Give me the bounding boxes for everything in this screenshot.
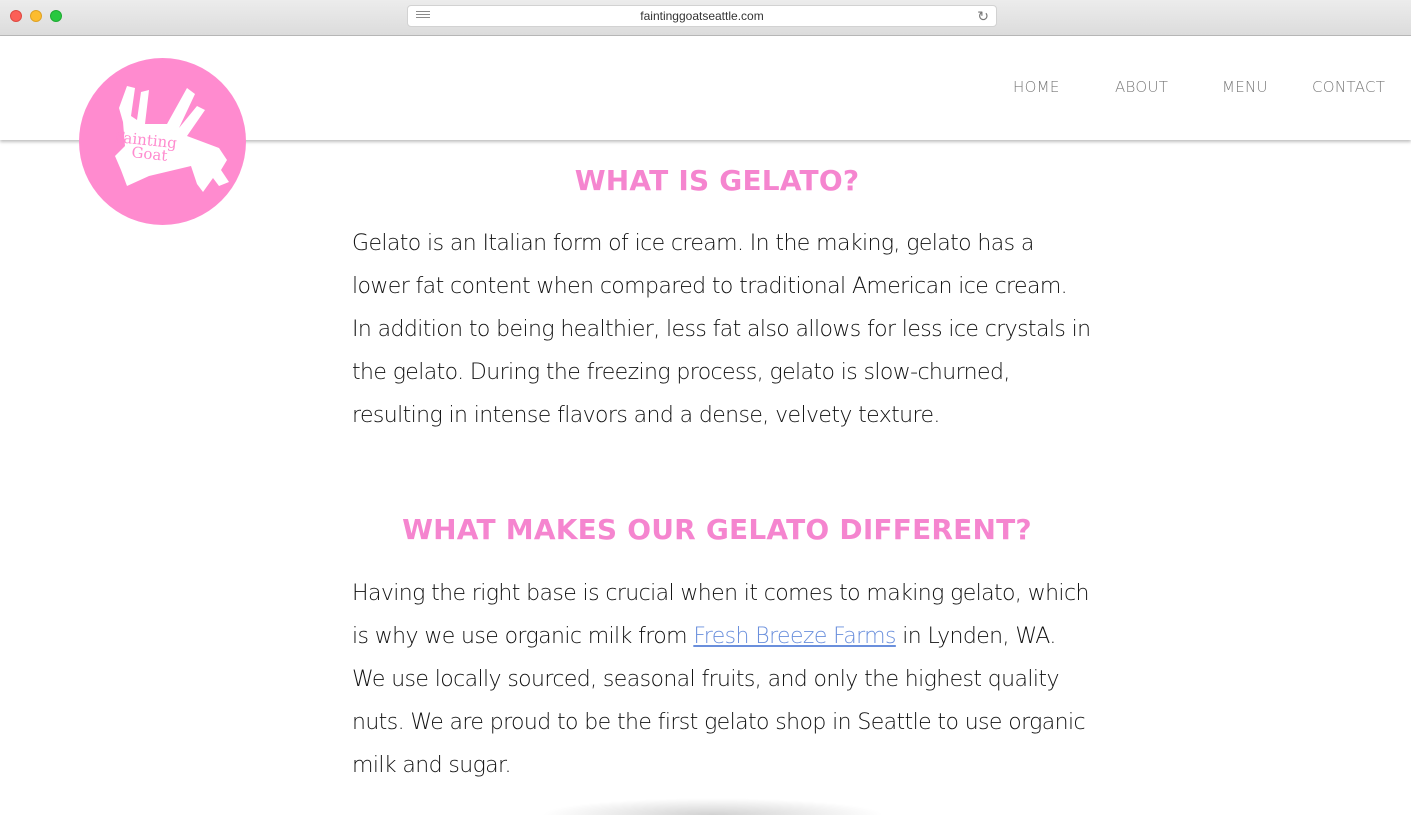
section-body-what-is-gelato: Gelato is an Italian form of ice cream. …: [352, 231, 1091, 428]
bottom-shadow-decoration: [540, 798, 885, 815]
zoom-window-button[interactable]: [50, 10, 62, 22]
reload-icon[interactable]: ↻: [977, 9, 989, 23]
fresh-breeze-farms-link[interactable]: Fresh Breeze Farms: [693, 624, 896, 649]
section-title-what-makes-different: WHAT MAKES OUR GELATO DIFFERENT?: [402, 513, 1032, 546]
browser-chrome: faintinggoatseattle.com ↻: [0, 0, 1411, 36]
goat-logo-icon: Fainting Goat: [113, 86, 229, 192]
main-nav: HOME ABOUT MENU CONTACT: [991, 78, 1411, 102]
url-text: faintinggoatseattle.com: [640, 9, 764, 23]
close-window-button[interactable]: [10, 10, 22, 22]
reader-view-icon[interactable]: [416, 11, 430, 21]
section-body-what-makes-different: Having the right base is crucial when it…: [352, 572, 1092, 787]
nav-contact-link[interactable]: CONTACT: [1312, 78, 1385, 96]
nav-about-link[interactable]: ABOUT: [1115, 78, 1168, 96]
section-title-what-is-gelato: WHAT IS GELATO?: [574, 164, 860, 197]
svg-text:Goat: Goat: [131, 143, 169, 165]
nav-home-link[interactable]: HOME: [1013, 78, 1060, 96]
site-logo[interactable]: Fainting Goat: [79, 58, 246, 225]
nav-menu-link[interactable]: MENU: [1222, 78, 1268, 96]
minimize-window-button[interactable]: [30, 10, 42, 22]
address-bar[interactable]: faintinggoatseattle.com ↻: [407, 5, 997, 27]
